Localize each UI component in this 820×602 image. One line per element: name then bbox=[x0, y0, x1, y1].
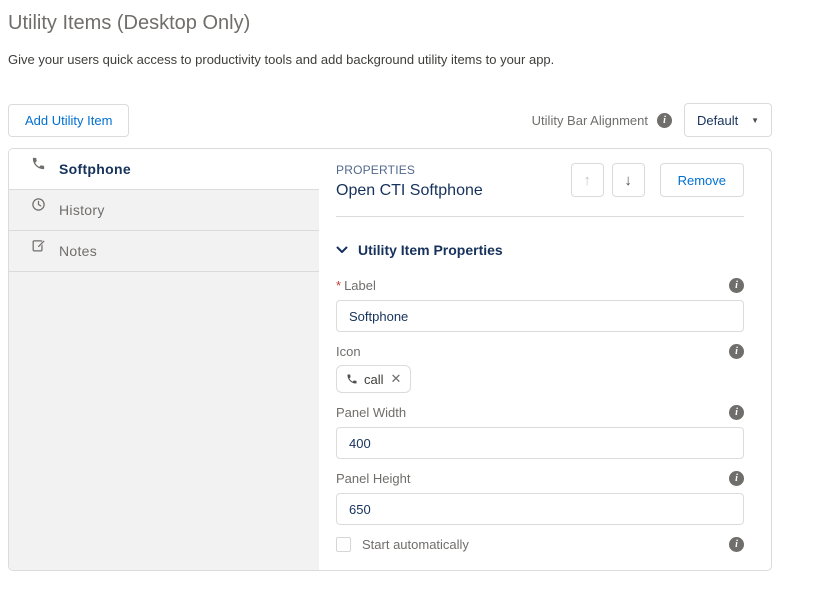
utility-items-panel: Softphone History Notes bbox=[8, 148, 772, 571]
sidebar-item-label: History bbox=[59, 202, 105, 218]
panel-height-label: Panel Height bbox=[336, 471, 410, 486]
item-order-controls: ↑ ↓ Remove bbox=[571, 163, 744, 197]
properties-header: PROPERTIES Open CTI Softphone ↑ ↓ Remove bbox=[336, 163, 744, 200]
label-field: * Label i bbox=[336, 278, 744, 332]
properties-eyebrow: PROPERTIES bbox=[336, 163, 483, 177]
panel-width-input[interactable] bbox=[336, 427, 744, 459]
page-description: Give your users quick access to producti… bbox=[8, 52, 772, 67]
sidebar-item-label: Notes bbox=[59, 243, 97, 259]
info-icon[interactable]: i bbox=[729, 278, 744, 293]
start-automatically-checkbox[interactable] bbox=[336, 537, 351, 552]
info-icon[interactable]: i bbox=[729, 344, 744, 359]
header-divider bbox=[336, 216, 744, 217]
properties-title: Open CTI Softphone bbox=[336, 182, 483, 200]
required-asterisk: * bbox=[336, 278, 341, 293]
start-automatically-field: Start automatically i bbox=[336, 537, 744, 552]
utility-bar-alignment-label: Utility Bar Alignment bbox=[532, 113, 648, 128]
sidebar-item-label: Softphone bbox=[59, 161, 131, 177]
toolbar: Add Utility Item Utility Bar Alignment i… bbox=[8, 103, 772, 137]
info-icon[interactable]: i bbox=[729, 471, 744, 486]
phone-icon bbox=[31, 156, 46, 171]
icon-field-label: Icon bbox=[336, 344, 361, 359]
utility-item-properties-section-toggle[interactable]: Utility Item Properties bbox=[336, 242, 744, 258]
page-title: Utility Items (Desktop Only) bbox=[8, 12, 772, 35]
arrow-down-icon: ↓ bbox=[624, 173, 632, 188]
panel-height-field: Panel Height i bbox=[336, 471, 744, 525]
phone-icon bbox=[346, 373, 358, 385]
sidebar-item-history[interactable]: History bbox=[9, 190, 319, 231]
properties-pane: PROPERTIES Open CTI Softphone ↑ ↓ Remove bbox=[319, 149, 771, 570]
info-icon[interactable]: i bbox=[657, 113, 672, 128]
panel-width-label: Panel Width bbox=[336, 405, 406, 420]
chevron-down-icon: ▼ bbox=[751, 116, 759, 125]
info-icon[interactable]: i bbox=[729, 537, 744, 552]
utility-items-page: Utility Items (Desktop Only) Give your u… bbox=[0, 0, 820, 571]
section-title: Utility Item Properties bbox=[358, 242, 503, 258]
label-field-label: Label bbox=[344, 278, 376, 293]
remove-button[interactable]: Remove bbox=[660, 163, 744, 197]
add-utility-item-button[interactable]: Add Utility Item bbox=[8, 104, 129, 137]
sidebar-item-notes[interactable]: Notes bbox=[9, 231, 319, 272]
chevron-down-icon bbox=[336, 246, 348, 254]
utility-bar-alignment-group: Utility Bar Alignment i Default ▼ bbox=[532, 103, 772, 137]
properties-titles: PROPERTIES Open CTI Softphone bbox=[336, 163, 483, 200]
note-icon bbox=[31, 238, 46, 253]
close-icon[interactable]: ✕ bbox=[391, 371, 402, 387]
move-down-button[interactable]: ↓ bbox=[612, 163, 645, 197]
icon-field: Icon i call ✕ bbox=[336, 344, 744, 393]
utility-items-list: Softphone History Notes bbox=[9, 149, 319, 570]
start-automatically-label: Start automatically bbox=[362, 537, 469, 552]
sidebar-item-softphone[interactable]: Softphone bbox=[9, 149, 319, 190]
sidebar-filler bbox=[9, 272, 319, 570]
move-up-button[interactable]: ↑ bbox=[571, 163, 604, 197]
panel-height-input[interactable] bbox=[336, 493, 744, 525]
label-input[interactable] bbox=[336, 300, 744, 332]
icon-chip-call: call ✕ bbox=[336, 365, 411, 393]
icon-chip-label: call bbox=[364, 372, 384, 387]
info-icon[interactable]: i bbox=[729, 405, 744, 420]
panel-width-field: Panel Width i bbox=[336, 405, 744, 459]
alignment-dropdown[interactable]: Default ▼ bbox=[684, 103, 772, 137]
alignment-dropdown-value: Default bbox=[697, 113, 738, 128]
arrow-up-icon: ↑ bbox=[583, 173, 591, 188]
clock-icon bbox=[31, 197, 46, 212]
